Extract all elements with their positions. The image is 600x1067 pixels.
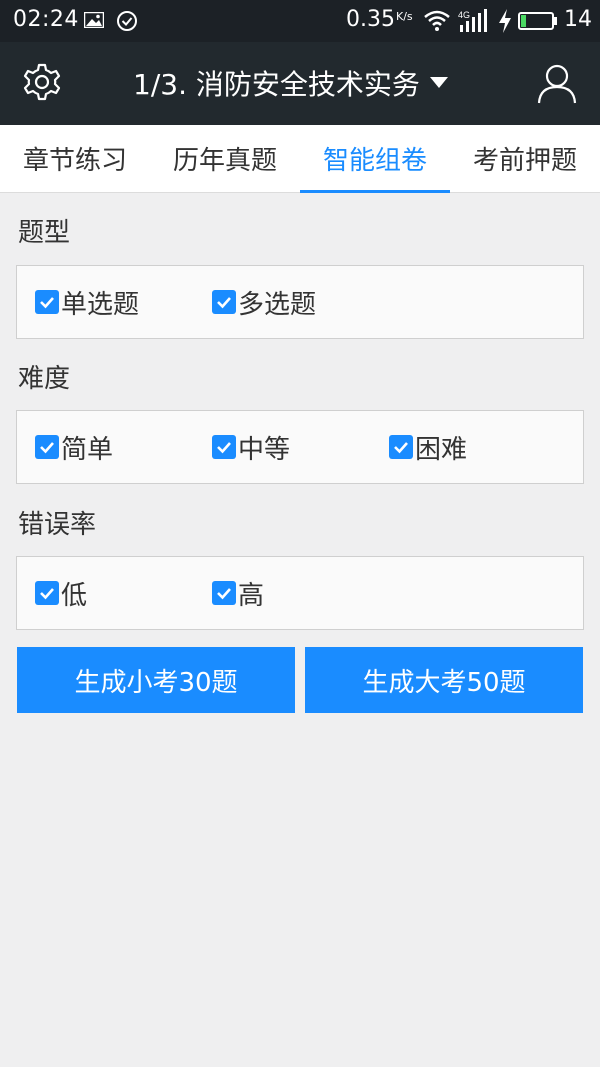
tab-past-exams[interactable]: 历年真题 — [150, 125, 300, 192]
option-label: 多选题 — [238, 289, 317, 320]
error-rate-label: 错误率 — [18, 510, 97, 540]
checkbox-single-choice[interactable]: 单选题 — [35, 266, 139, 338]
checkbox-checked-icon — [212, 290, 236, 314]
check-circle-icon — [117, 11, 137, 31]
signal-icon: 4G — [458, 9, 487, 32]
difficulty-label: 难度 — [18, 364, 71, 394]
tab-label: 历年真题 — [172, 146, 277, 176]
checkbox-checked-icon — [35, 290, 59, 314]
charging-icon — [499, 9, 511, 33]
question-type-group: 单选题 多选题 — [16, 265, 584, 339]
tab-chapter-practice[interactable]: 章节练习 — [0, 125, 150, 192]
option-label: 单选题 — [61, 289, 140, 320]
wifi-icon — [424, 10, 450, 31]
subject-selector[interactable]: 1/3. 消防安全技术实务 — [133, 63, 448, 103]
net-speed: 0.35 — [346, 7, 395, 32]
checkbox-checked-icon — [212, 581, 236, 605]
battery-icon — [518, 12, 557, 30]
checkbox-medium[interactable]: 中等 — [212, 411, 290, 483]
checkbox-checked-icon — [389, 435, 413, 459]
tab-label: 章节练习 — [22, 146, 127, 176]
checkbox-checked-icon — [35, 581, 59, 605]
difficulty-group: 简单 中等 困难 — [16, 410, 584, 484]
tab-pre-exam[interactable]: 考前押题 — [450, 125, 600, 192]
error-rate-group: 低 高 — [16, 556, 584, 630]
checkbox-checked-icon — [212, 435, 236, 459]
checkbox-hard[interactable]: 困难 — [389, 411, 467, 483]
question-type-label: 题型 — [18, 218, 71, 248]
page-title: 1/3. 消防安全技术实务 — [133, 68, 420, 101]
tab-bar: 章节练习 历年真题 智能组卷 考前押题 — [0, 125, 600, 193]
network-type-label: 4G — [458, 10, 470, 20]
checkbox-high[interactable]: 高 — [212, 557, 264, 629]
image-icon — [84, 12, 104, 28]
generate-small-exam-button[interactable]: 生成小考30题 — [17, 647, 295, 713]
option-label: 简单 — [61, 434, 114, 465]
checkbox-easy[interactable]: 简单 — [35, 411, 113, 483]
checkbox-low[interactable]: 低 — [35, 557, 87, 629]
checkbox-multiple-choice[interactable]: 多选题 — [212, 266, 316, 338]
tab-smart-paper[interactable]: 智能组卷 — [300, 125, 450, 193]
user-icon[interactable] — [536, 62, 578, 104]
net-speed-unit: K/s — [396, 10, 413, 23]
generate-big-exam-button[interactable]: 生成大考50题 — [305, 647, 583, 713]
option-label: 低 — [61, 580, 88, 611]
dropdown-caret-icon — [429, 77, 448, 88]
option-label: 困难 — [415, 434, 468, 465]
option-label: 高 — [238, 580, 265, 611]
gear-icon[interactable] — [22, 62, 62, 102]
status-time: 02:24 — [13, 7, 79, 32]
tab-label: 智能组卷 — [322, 146, 427, 176]
app-bar: 1/3. 消防安全技术实务 — [0, 42, 600, 125]
battery-level: 14 — [564, 7, 592, 32]
status-bar: 02:24 0.35 K/s 4G 14 — [0, 0, 600, 42]
checkbox-checked-icon — [35, 435, 59, 459]
option-label: 中等 — [238, 434, 291, 465]
tab-label: 考前押题 — [472, 146, 577, 176]
